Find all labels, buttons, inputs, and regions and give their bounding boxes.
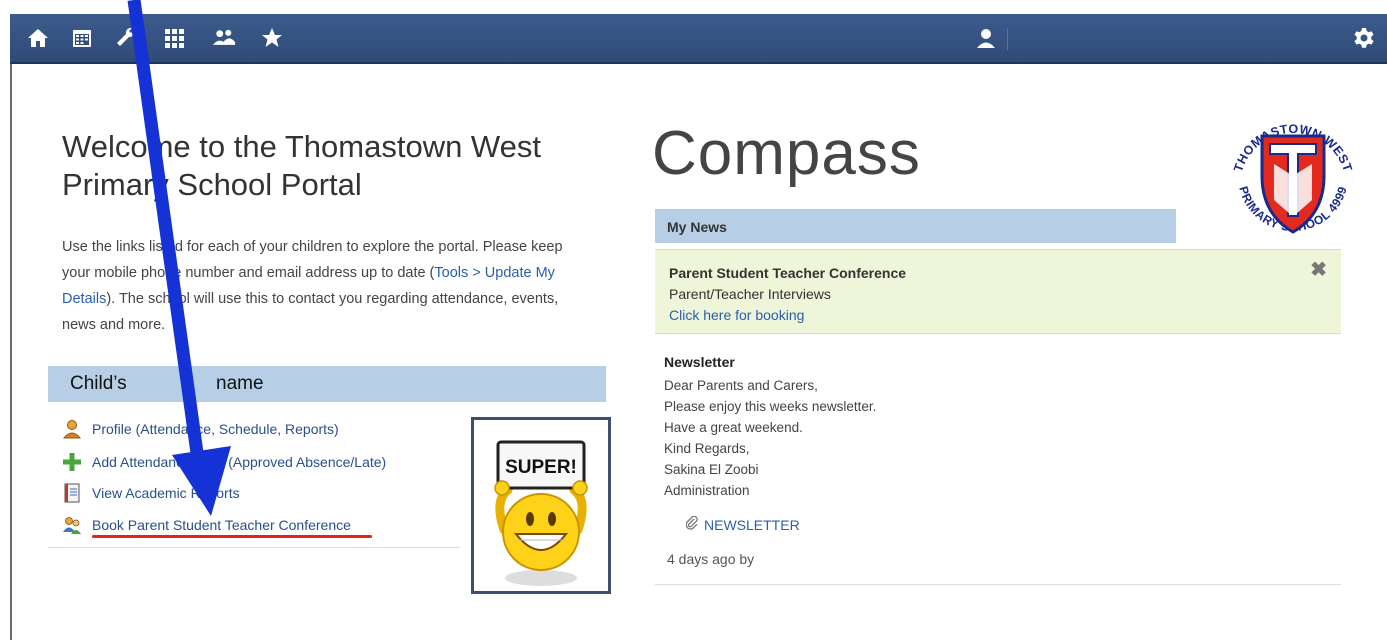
gear-icon[interactable]: [1350, 24, 1378, 52]
newsletter-line: Sakina El Zoobi: [664, 462, 759, 477]
booking-link[interactable]: Click here for booking: [669, 305, 1327, 326]
profile-link[interactable]: Profile (Attendance, Schedule, Reports): [62, 418, 339, 440]
paperclip-icon: [685, 515, 700, 533]
plus-icon: [62, 452, 82, 472]
news-timestamp: 4 days ago by: [667, 551, 755, 567]
close-icon[interactable]: ✖: [1310, 260, 1327, 281]
newsletter-line: Kind Regards,: [664, 441, 750, 456]
top-nav-bar: [10, 14, 1387, 64]
left-frame-border: [10, 64, 12, 640]
calendar-icon[interactable]: [68, 24, 96, 52]
newsletter-line: Dear Parents and Carers,: [664, 378, 818, 393]
newsletter-attachment-label: NEWSLETTER: [704, 517, 800, 533]
nav-divider: [1007, 28, 1008, 50]
super-sign-text: SUPER!: [505, 457, 577, 478]
welcome-text-b: ). The school will use this to contact y…: [62, 291, 559, 333]
red-underline-annotation: [92, 535, 372, 538]
school-logo: THOMASTOWN WEST PRIMARY SCHOOL 4999: [1222, 114, 1364, 254]
newsletter-line: Please enjoy this weeks newsletter.: [664, 399, 877, 414]
newsletter-attachment-link[interactable]: NEWSLETTER: [685, 515, 800, 533]
newsletter-line: Have a great weekend.: [664, 420, 803, 435]
child-header-label: Child’s: [70, 373, 127, 394]
super-smiley-image: SUPER!: [471, 417, 611, 594]
child-header-name: name: [216, 373, 264, 394]
conference-subtitle: Parent/Teacher Interviews: [669, 286, 831, 302]
people-icon[interactable]: [210, 24, 238, 52]
newsletter-item: Newsletter Dear Parents and Carers, Plea…: [664, 352, 1324, 501]
conference-news-item: Parent Student Teacher Conference Parent…: [655, 249, 1341, 334]
welcome-text: Use the links listed for each of your ch…: [62, 234, 592, 338]
profile-link-label: Profile (Attendance, Schedule, Reports): [92, 421, 339, 437]
view-academic-reports-link[interactable]: View Academic Reports: [62, 482, 240, 504]
child-name-header: Child’s name: [48, 366, 606, 402]
conference-title: Parent Student Teacher Conference: [669, 265, 907, 281]
profile-icon: [62, 419, 82, 439]
newsletter-line: Administration: [664, 483, 750, 498]
newsletter-title: Newsletter: [664, 354, 735, 370]
add-attendance-note-label: Add Attendance Note (Approved Absence/La…: [92, 454, 387, 470]
welcome-title: Welcome to the Thomastown West Primary S…: [62, 129, 541, 202]
book-conference-label: Book Parent Student Teacher Conference: [92, 517, 351, 533]
home-icon[interactable]: [24, 24, 52, 52]
star-icon[interactable]: [258, 24, 286, 52]
child-links-divider: [48, 547, 460, 548]
conference-icon: [62, 515, 82, 535]
compass-title: Compass: [652, 119, 921, 188]
view-academic-reports-label: View Academic Reports: [92, 485, 240, 501]
tools-icon[interactable]: [112, 24, 140, 52]
user-icon[interactable]: [972, 24, 1000, 52]
grid-icon[interactable]: [160, 24, 188, 52]
report-icon: [62, 483, 82, 503]
my-news-header: My News: [655, 209, 1176, 243]
news-divider: [655, 584, 1341, 585]
add-attendance-note-link[interactable]: Add Attendance Note (Approved Absence/La…: [62, 451, 386, 473]
book-conference-link[interactable]: Book Parent Student Teacher Conference: [62, 514, 351, 536]
